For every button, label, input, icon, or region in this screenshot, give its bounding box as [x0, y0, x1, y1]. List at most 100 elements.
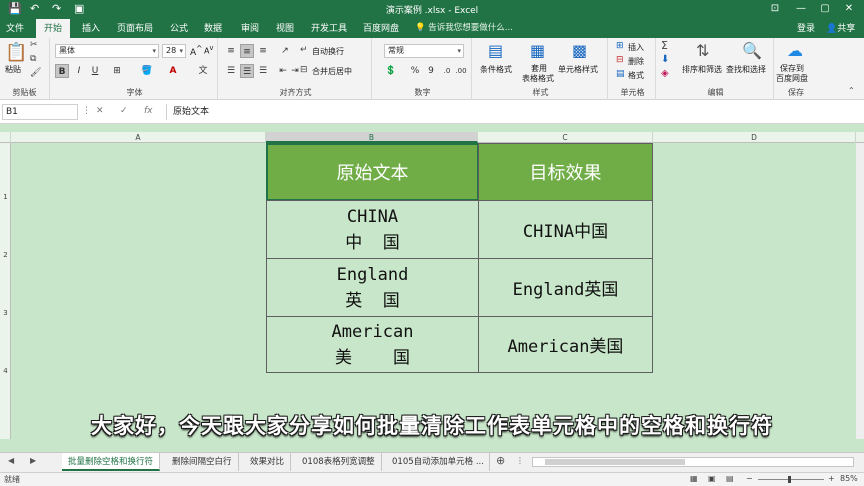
scroll-right-icon[interactable]: ▶: [30, 456, 36, 465]
tab-page-layout[interactable]: 页面布局: [117, 21, 153, 34]
column-header-a[interactable]: A: [11, 132, 266, 143]
format-cells-button[interactable]: 格式: [628, 70, 644, 81]
delete-cells-button[interactable]: 删除: [628, 56, 644, 67]
sheet-tab[interactable]: 0108表格列宽调整: [296, 453, 382, 471]
save-to-netdisk-button[interactable]: 百度网盘: [776, 73, 808, 84]
tab-data[interactable]: 数据: [204, 21, 222, 34]
percent-button[interactable]: %: [408, 64, 422, 78]
tab-home[interactable]: 开始: [36, 19, 71, 38]
vertical-scrollbar[interactable]: [856, 143, 864, 439]
clipboard-icon[interactable]: 📋: [5, 42, 27, 63]
fill-color-icon[interactable]: 🪣: [140, 64, 154, 78]
formula-input[interactable]: 原始文本: [166, 104, 856, 120]
scrollbar-thumb[interactable]: [545, 459, 685, 465]
align-center-icon[interactable]: ☰: [240, 64, 254, 78]
zoom-level[interactable]: 85%: [840, 474, 858, 483]
column-header-b[interactable]: B: [266, 132, 478, 143]
format-as-table-button[interactable]: 表格格式: [522, 73, 554, 84]
row-header-1[interactable]: 1: [0, 193, 11, 201]
minimize-button[interactable]: —: [790, 1, 812, 17]
comma-button[interactable]: 9: [424, 64, 438, 78]
align-right-icon[interactable]: ☰: [256, 64, 270, 78]
sheet-tab[interactable]: 删除间隔空白行: [166, 453, 239, 471]
zoom-out-icon[interactable]: −: [746, 474, 753, 483]
font-size-select[interactable]: 28 ▾: [162, 44, 186, 58]
increase-decimal-icon[interactable]: .0: [440, 64, 454, 78]
column-header-c[interactable]: C: [478, 132, 653, 143]
orientation-icon[interactable]: ↗: [278, 44, 292, 58]
border-icon[interactable]: ⊞: [110, 64, 124, 78]
row-header-2[interactable]: 2: [0, 251, 11, 259]
scroll-left-icon[interactable]: ◀: [8, 456, 14, 465]
zoom-slider-thumb[interactable]: [788, 476, 791, 483]
cell-b2[interactable]: CHINA 中 国: [266, 200, 479, 259]
sheet-tab[interactable]: 0105自动添加单元格 ...: [386, 453, 490, 471]
italic-button[interactable]: I: [72, 64, 86, 78]
cell-c1[interactable]: 目标效果: [478, 143, 653, 201]
zoom-in-icon[interactable]: +: [828, 474, 835, 483]
row-header-3[interactable]: 3: [0, 309, 11, 317]
cell-b1[interactable]: 原始文本: [266, 143, 479, 201]
currency-icon[interactable]: 💲: [384, 64, 398, 78]
fill-icon[interactable]: ⬇: [661, 54, 669, 65]
wrap-text-icon[interactable]: ↵: [300, 45, 308, 55]
conditional-format-button[interactable]: 条件格式: [480, 64, 512, 75]
font-color-icon[interactable]: A: [166, 64, 180, 78]
sheet-tab[interactable]: 效果对比: [244, 453, 292, 471]
align-bottom-icon[interactable]: ≡: [256, 44, 270, 58]
horizontal-scrollbar[interactable]: [532, 457, 854, 467]
insert-function-icon[interactable]: fx: [144, 106, 153, 116]
underline-button[interactable]: U: [88, 64, 102, 78]
copy-icon[interactable]: ⧉: [30, 54, 36, 64]
autosum-icon[interactable]: Σ: [661, 39, 668, 52]
tab-view[interactable]: 视图: [276, 21, 294, 34]
cell-styles-button[interactable]: 单元格样式: [558, 64, 598, 75]
decrease-font-icon[interactable]: Av: [204, 44, 213, 56]
normal-view-icon[interactable]: ▦: [690, 474, 698, 483]
align-middle-icon[interactable]: ≡: [240, 44, 254, 58]
phonetic-icon[interactable]: 文: [196, 64, 210, 78]
sheet-tab-active[interactable]: 批量删除空格和换行符: [62, 453, 161, 471]
tab-baidu-netdisk[interactable]: 百度网盘: [363, 21, 399, 34]
paste-button[interactable]: 粘贴: [5, 64, 21, 75]
cell-c4[interactable]: American美国: [478, 316, 653, 373]
sheet-options-icon[interactable]: ⋮: [516, 456, 524, 465]
format-painter-icon[interactable]: 🖌: [30, 68, 41, 78]
tab-file[interactable]: 文件: [6, 21, 24, 34]
confirm-icon[interactable]: ✓: [120, 106, 128, 116]
add-sheet-icon[interactable]: ⊕: [496, 454, 505, 467]
collapse-ribbon-icon[interactable]: ⌃: [848, 86, 855, 95]
ribbon-display-options-icon[interactable]: ⊡: [764, 1, 786, 17]
align-left-icon[interactable]: ☰: [224, 64, 238, 78]
find-select-button[interactable]: 查找和选择: [726, 64, 766, 75]
close-button[interactable]: ✕: [838, 1, 860, 17]
wrap-text-button[interactable]: 自动换行: [312, 46, 344, 57]
tell-me-search[interactable]: 💡 告诉我您想要做什么...: [415, 21, 513, 33]
cell-c3[interactable]: England英国: [478, 258, 653, 317]
restore-button[interactable]: ▢: [814, 1, 836, 17]
tab-developer[interactable]: 开发工具: [311, 21, 347, 34]
name-box[interactable]: B1: [2, 104, 78, 120]
column-header-d[interactable]: D: [653, 132, 856, 143]
zoom-slider-track[interactable]: [758, 479, 824, 480]
cell-b4[interactable]: American 美 国: [266, 316, 479, 373]
decrease-decimal-icon[interactable]: .00: [454, 64, 468, 78]
cut-icon[interactable]: ✂: [30, 40, 38, 50]
align-top-icon[interactable]: ≡: [224, 44, 238, 58]
number-format-select[interactable]: 常规 ▾: [384, 44, 464, 58]
insert-cells-button[interactable]: 插入: [628, 42, 644, 53]
cell-c2[interactable]: CHINA中国: [478, 200, 653, 259]
cell-b3[interactable]: England 英 国: [266, 258, 479, 317]
page-layout-view-icon[interactable]: ▣: [708, 474, 716, 483]
page-break-view-icon[interactable]: ▤: [726, 474, 734, 483]
bold-button[interactable]: B: [55, 64, 69, 78]
row-header-4[interactable]: 4: [0, 367, 11, 375]
font-name-select[interactable]: 黑体 ▾: [55, 44, 159, 58]
increase-font-icon[interactable]: A^: [190, 44, 202, 58]
select-all-corner[interactable]: [0, 132, 11, 143]
merge-icon[interactable]: ⊟: [300, 65, 308, 75]
clear-icon[interactable]: ◈: [661, 68, 669, 79]
share-button[interactable]: 👤共享: [826, 21, 855, 34]
cancel-icon[interactable]: ✕: [96, 106, 104, 116]
merge-center-button[interactable]: 合并后居中: [312, 66, 352, 77]
